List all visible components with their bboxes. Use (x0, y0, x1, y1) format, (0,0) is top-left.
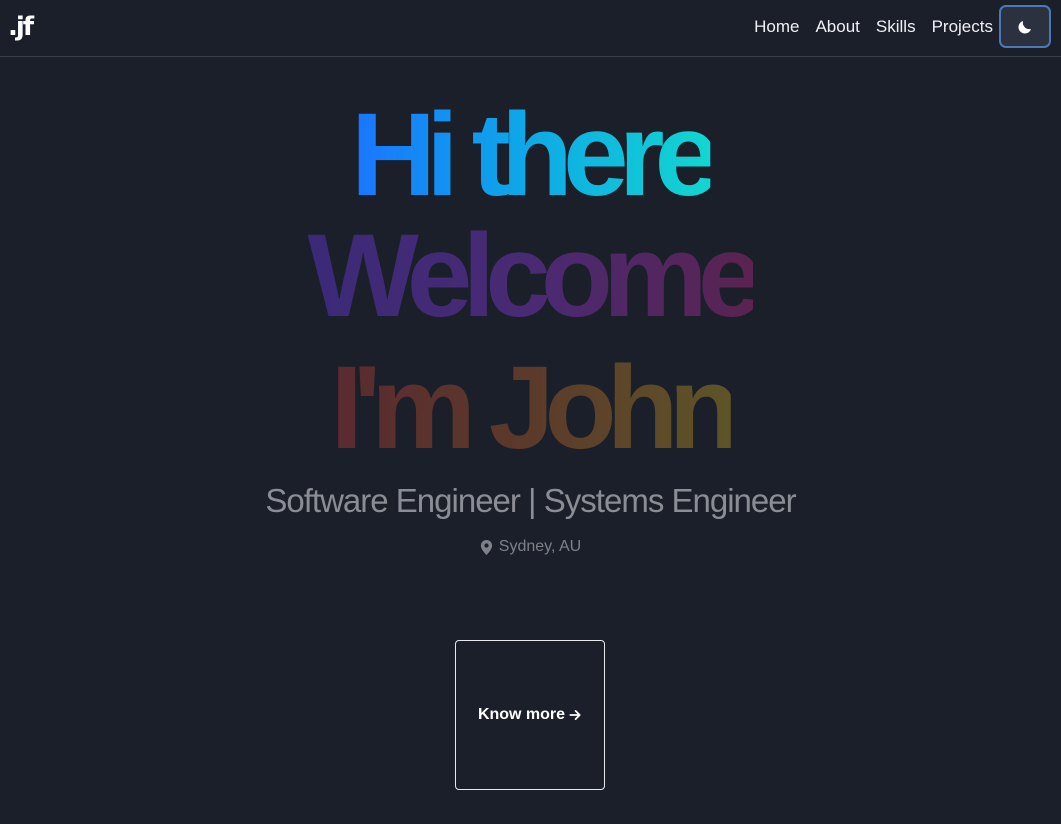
hero-heading-line-2: Welcome (307, 210, 764, 342)
theme-toggle-button[interactable] (999, 5, 1051, 48)
nav-link-projects[interactable]: Projects (932, 17, 993, 37)
hero-heading-line-1: Hi there (350, 89, 720, 221)
location-text: Sydney, AU (498, 538, 582, 555)
know-more-button[interactable]: Know more (455, 640, 605, 790)
location-row: Sydney, AU (0, 538, 1061, 556)
map-pin-icon (480, 539, 492, 555)
know-more-label: Know more (477, 706, 566, 723)
moon-icon (1018, 20, 1031, 34)
site-logo[interactable]: .jf (8, 10, 34, 44)
hero-subtitle: Software Engineer | Systems Engineer (265, 482, 796, 519)
hero-heading-line-3: I'm John (330, 342, 740, 474)
main-nav: Home About Skills Projects (738, 0, 993, 54)
nav-link-about[interactable]: About (815, 17, 859, 37)
nav-link-skills[interactable]: Skills (876, 17, 916, 37)
top-navbar: .jf Home About Skills Projects (0, 0, 1061, 57)
nav-link-home[interactable]: Home (754, 17, 799, 37)
arrow-right-icon (569, 710, 581, 720)
